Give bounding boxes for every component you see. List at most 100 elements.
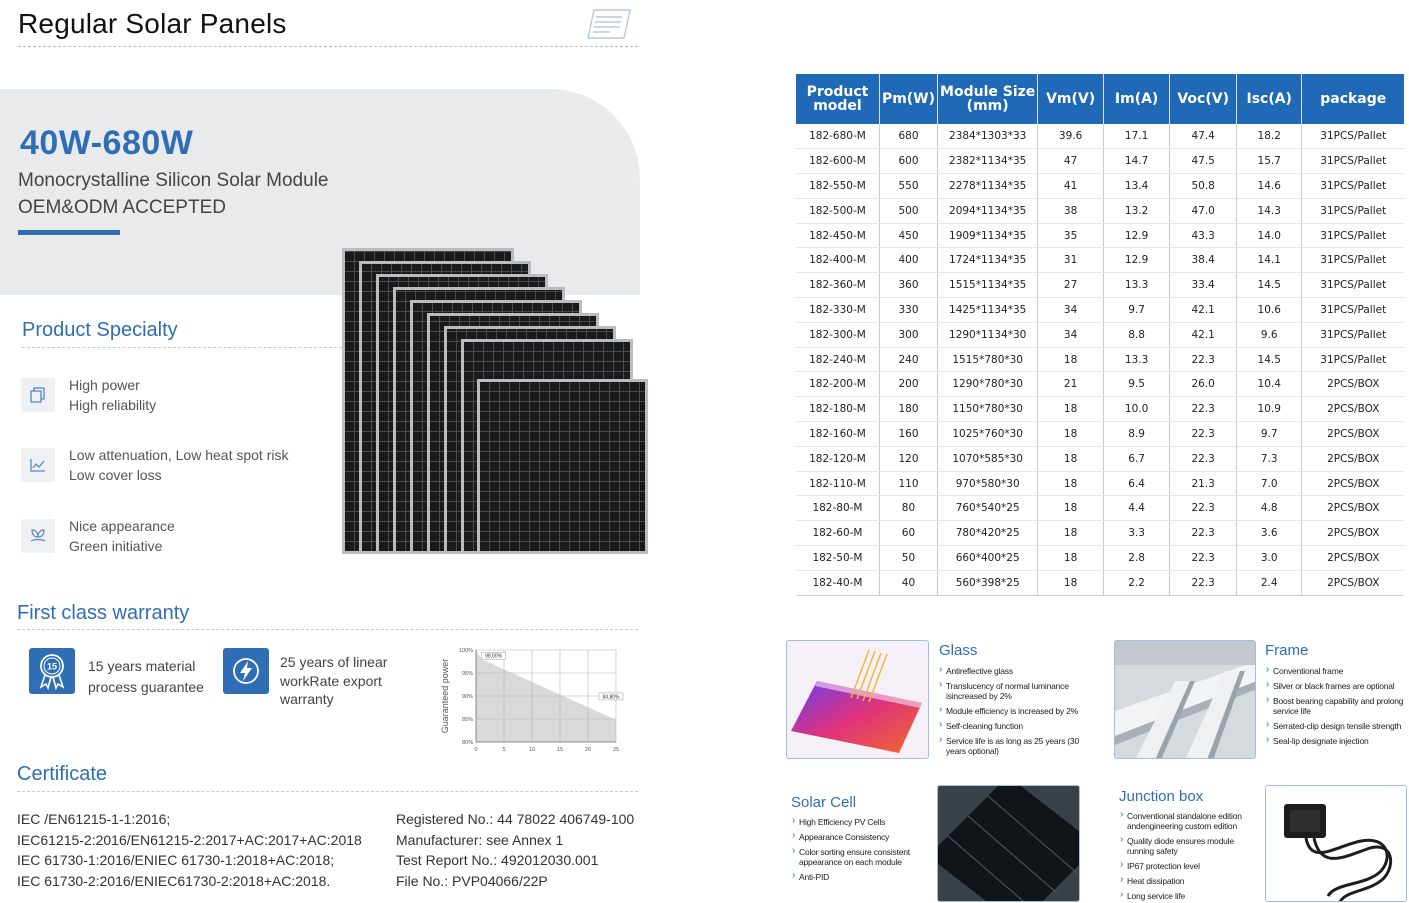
column-header: Product model	[796, 74, 880, 124]
table-cell: 182-450-M	[796, 223, 880, 249]
feature-item: Color sorting ensure consistent appearan…	[792, 846, 930, 867]
table-cell: 1290*1134*30	[937, 322, 1039, 348]
hero-oem: OEM&ODM ACCEPTED	[18, 197, 226, 218]
table-cell: 330	[879, 297, 939, 323]
specialty-item: Nice appearance Green initiative	[21, 516, 175, 556]
manufacturer-line: Manufacturer: see Annex 1	[396, 831, 564, 848]
table-cell: 47.4	[1169, 124, 1237, 150]
table-cell: 182-80-M	[796, 495, 880, 522]
feature-item: Conventional standalone edition andengin…	[1120, 810, 1258, 831]
table-cell: 18	[1037, 570, 1104, 596]
solar-cell-image	[937, 785, 1080, 902]
y-tick-label: 85%	[462, 717, 473, 723]
frame-image	[1114, 640, 1256, 759]
solar-panel	[477, 379, 648, 554]
table-cell: 14.6	[1236, 173, 1303, 199]
certificate-details: Registered No.: 44 78022 406749-100 Manu…	[396, 809, 634, 891]
table-cell: 2PCS/BOX	[1301, 371, 1404, 398]
warranty-line: 25 years of linear	[280, 654, 388, 670]
table-cell: 182-60-M	[796, 520, 880, 547]
table-row: 182-80-M 80 760*540*25 18 4.4 22.3 4.8 2PCS/BOX	[796, 495, 1404, 522]
x-tick-label: 5	[502, 747, 505, 753]
table-cell: 680	[879, 124, 939, 150]
table-cell: 182-40-M	[796, 570, 880, 596]
hero-accent-bar	[18, 230, 120, 235]
table-cell: 3.6	[1236, 520, 1303, 547]
table-cell: 14.7	[1103, 148, 1171, 175]
table-cell: 31PCS/Pallet	[1301, 322, 1404, 348]
x-tick-label: 20	[585, 747, 591, 753]
table-cell: 14.5	[1236, 272, 1303, 299]
specialty-heading: Product Specialty	[22, 319, 178, 341]
table-cell: 33.4	[1169, 272, 1237, 299]
table-cell: 38.4	[1169, 247, 1237, 274]
table-cell: 34	[1037, 297, 1104, 323]
table-cell: 120	[879, 446, 939, 472]
table-cell: 31PCS/Pallet	[1301, 173, 1404, 199]
specialty-line: Low cover loss	[69, 467, 162, 483]
column-header: package	[1301, 74, 1404, 124]
table-cell: 182-300-M	[796, 322, 880, 348]
table-cell: 7.0	[1236, 471, 1303, 497]
warranty-line: 15 years material	[88, 658, 196, 674]
badge-number: 15	[47, 662, 57, 672]
table-cell: 2.8	[1103, 545, 1171, 571]
registration-line: Registered No.: 44 78022 406749-100	[396, 811, 635, 827]
test-report-line: Test Report No.: 492012030.001	[396, 852, 599, 868]
table-cell: 2278*1134*35	[937, 173, 1039, 199]
junction-box-title: Junction box	[1119, 788, 1204, 805]
table-cell: 31PCS/Pallet	[1301, 297, 1404, 323]
table-cell: 182-680-M	[796, 124, 880, 150]
table-cell: 38	[1037, 198, 1104, 224]
table-row: 182-330-M 330 1425*1134*35 34 9.7 42.1 10.6 31P…	[796, 297, 1404, 323]
table-cell: 27	[1037, 272, 1104, 299]
column-header: Module Size (mm)	[937, 74, 1039, 124]
table-cell: 31PCS/Pallet	[1301, 223, 1404, 249]
hero-subtitle: Monocrystalline Silicon Solar Module	[18, 170, 329, 191]
table-cell: 50.8	[1169, 173, 1237, 199]
table-cell: 2094*1134*35	[937, 198, 1039, 224]
table-cell: 600	[879, 148, 939, 175]
table-cell: 2PCS/BOX	[1301, 495, 1404, 522]
column-header: Vm(V)	[1037, 74, 1104, 124]
page-title: Regular Solar Panels	[18, 8, 287, 39]
table-cell: 31	[1037, 247, 1104, 274]
table-cell: 31PCS/Pallet	[1301, 124, 1404, 150]
document-icon	[587, 9, 631, 39]
table-cell: 13.3	[1103, 347, 1171, 373]
table-cell: 10.9	[1236, 396, 1303, 423]
table-cell: 182-110-M	[796, 471, 880, 497]
table-cell: 182-120-M	[796, 446, 880, 472]
table-cell: 182-50-M	[796, 545, 880, 571]
table-cell: 500	[879, 198, 939, 224]
table-cell: 39.6	[1037, 124, 1104, 150]
table-cell: 200	[879, 371, 939, 398]
table-cell: 2384*1303*33	[937, 124, 1039, 150]
table-cell: 14.0	[1236, 223, 1303, 249]
chart-icon	[21, 448, 55, 482]
lightning-icon	[223, 648, 269, 694]
title-divider	[18, 46, 638, 47]
warranty-line: process guarantee	[88, 679, 204, 695]
table-cell: 182-240-M	[796, 347, 880, 373]
table-cell: 4.4	[1103, 495, 1171, 522]
table-row: 182-550-M 550 2278*1134*35 41 13.4 50.8 14.6 31…	[796, 173, 1404, 199]
annotation-end: 84.80%	[603, 694, 621, 700]
feature-item: Seal-lip designate injection	[1266, 735, 1408, 746]
solar-panels-image	[340, 246, 650, 556]
feature-item: Heat dissipation	[1120, 875, 1258, 886]
table-row: 182-600-M 600 2382*1134*35 47 14.7 47.5 15.7 31…	[796, 148, 1404, 175]
table-cell: 1724*1134*35	[937, 247, 1039, 274]
table-cell: 3.3	[1103, 520, 1171, 547]
table-cell: 18	[1037, 446, 1104, 472]
file-number-line: File No.: PVP04066/22P	[396, 872, 548, 889]
table-cell: 13.4	[1103, 173, 1171, 199]
column-header: Im(A)	[1103, 74, 1171, 124]
table-cell: 2.2	[1103, 570, 1171, 596]
frame-features: Conventional frame Silver or black frame…	[1266, 665, 1408, 751]
column-header: Pm(W)	[879, 74, 939, 124]
table-cell: 2382*1134*35	[937, 148, 1039, 175]
table-cell: 40	[879, 570, 939, 596]
table-cell: 18	[1037, 347, 1104, 373]
table-cell: 22.3	[1169, 570, 1237, 596]
